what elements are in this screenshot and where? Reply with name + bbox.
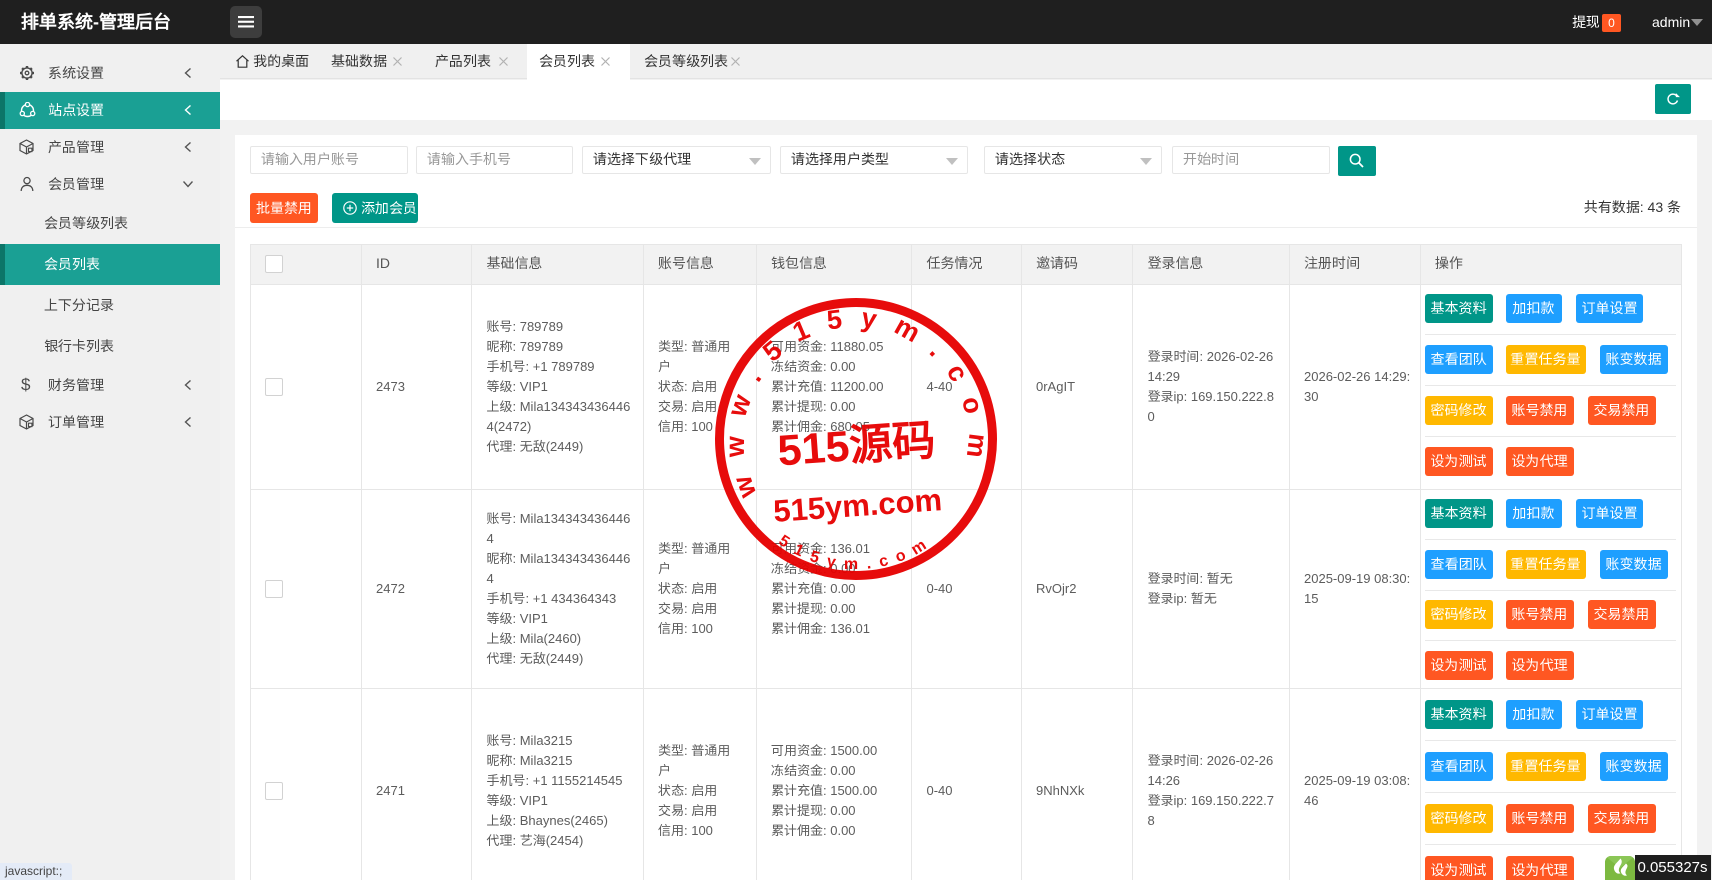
svg-text:515ym.com: 515ym.com [775, 522, 939, 580]
svg-text:515源码: 515源码 [776, 417, 937, 476]
svg-text:515ym.com: 515ym.com [772, 482, 943, 529]
svg-text:www.515ym.com: www.515ym.com [710, 293, 997, 503]
